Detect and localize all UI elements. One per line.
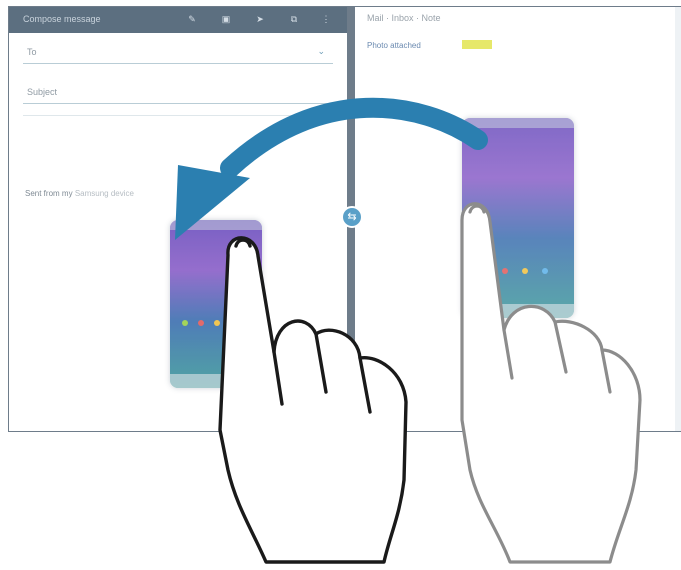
gesture-overlay (175, 97, 642, 564)
drag-arrow-icon (175, 97, 488, 240)
hand-drop-icon (218, 236, 408, 564)
hand-source-icon (460, 202, 642, 564)
